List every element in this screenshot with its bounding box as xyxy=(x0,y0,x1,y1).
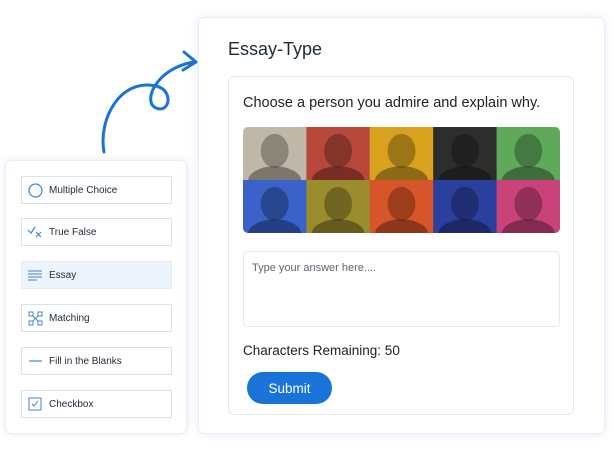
question-type-essay[interactable]: Essay xyxy=(21,261,172,289)
question-type-label: Matching xyxy=(49,312,90,324)
question-type-true-false[interactable]: True False xyxy=(21,218,172,246)
portrait-tile xyxy=(496,180,560,233)
matching-icon xyxy=(27,310,43,326)
question-type-label: Checkbox xyxy=(49,398,94,410)
answer-input[interactable] xyxy=(243,251,560,327)
lines-icon xyxy=(27,267,43,283)
dash-icon xyxy=(27,353,43,369)
question-type-matching[interactable]: Matching xyxy=(21,304,172,332)
page: Multiple Choice True False Essay Matchin… xyxy=(0,0,614,452)
portrait-tile xyxy=(433,180,498,233)
question-body: Choose a person you admire and explain w… xyxy=(228,76,574,415)
portrait-tile xyxy=(306,180,371,233)
question-type-label: Fill in the Blanks xyxy=(49,355,122,367)
question-type-label: Multiple Choice xyxy=(49,184,118,196)
question-type-label: True False xyxy=(49,226,97,238)
question-type-checkbox[interactable]: Checkbox xyxy=(21,390,172,418)
submit-button[interactable]: Submit xyxy=(247,372,332,404)
characters-remaining: Characters Remaining: 50 xyxy=(243,343,400,358)
question-type-fill-in-the-blanks[interactable]: Fill in the Blanks xyxy=(21,347,172,375)
circle-icon xyxy=(27,182,43,198)
essay-question-card: Essay-Type Choose a person you admire an… xyxy=(198,17,605,434)
portrait-collage xyxy=(243,127,560,233)
question-type-panel: Multiple Choice True False Essay Matchin… xyxy=(5,160,187,434)
question-text: Choose a person you admire and explain w… xyxy=(243,95,541,111)
portrait-tile xyxy=(243,180,307,233)
check-cross-icon xyxy=(27,224,43,240)
essay-title: Essay-Type xyxy=(228,39,323,59)
question-type-label: Essay xyxy=(49,269,77,281)
question-type-multiple-choice[interactable]: Multiple Choice xyxy=(21,176,172,204)
portrait-tile xyxy=(369,180,434,233)
checkbox-icon xyxy=(27,396,43,412)
